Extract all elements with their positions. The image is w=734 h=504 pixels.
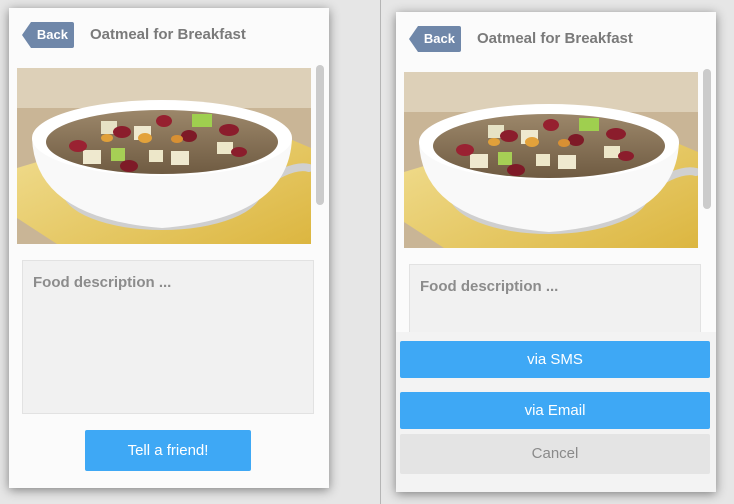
page-title: Oatmeal for Breakfast xyxy=(90,26,246,43)
share-screen: Back Oatmeal for Breakfast Food descript… xyxy=(396,12,716,492)
scrollbar[interactable] xyxy=(316,65,324,205)
via-email-button[interactable]: via Email xyxy=(400,392,710,429)
back-button[interactable]: Back xyxy=(409,26,461,52)
cancel-button[interactable]: Cancel xyxy=(400,434,710,474)
food-photo xyxy=(17,68,311,244)
food-description-field[interactable]: Food description ... xyxy=(22,260,314,414)
share-action-sheet: via SMS via Email Cancel xyxy=(396,332,716,492)
screen-divider xyxy=(380,0,381,504)
via-sms-button[interactable]: via SMS xyxy=(400,341,710,378)
detail-screen: Back Oatmeal for Breakfast Food descript… xyxy=(9,8,329,488)
tell-a-friend-button[interactable]: Tell a friend! xyxy=(85,430,251,471)
back-button[interactable]: Back xyxy=(22,22,74,48)
page-title: Oatmeal for Breakfast xyxy=(477,30,633,47)
food-photo xyxy=(404,72,698,248)
scrollbar[interactable] xyxy=(703,69,711,209)
